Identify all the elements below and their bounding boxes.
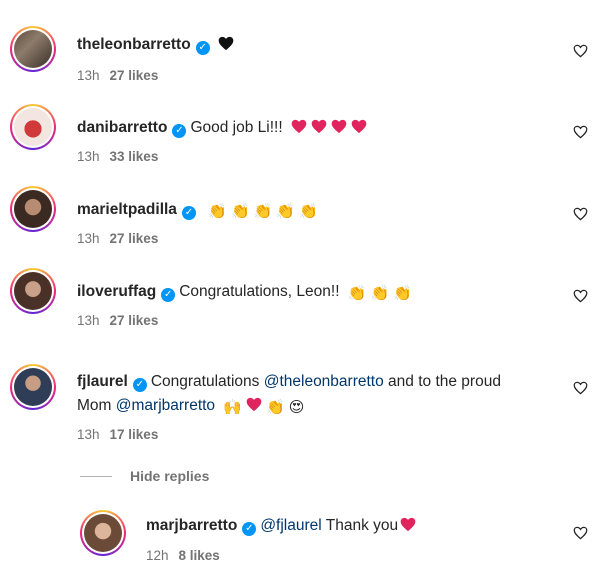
like-heart-icon[interactable]: [573, 526, 588, 545]
verified-badge-icon: ✓: [195, 41, 210, 55]
comment-time: 13h: [77, 149, 100, 164]
comment-text: Good job Li!!!: [190, 119, 283, 136]
comment-username[interactable]: fjlaurel: [77, 373, 128, 390]
comment-5: fjlaurel ✓ Congratulations @theleonbarrett…: [0, 364, 600, 454]
comment-meta: 12h 8 likes: [146, 548, 220, 563]
comment-time: 13h: [77, 231, 100, 246]
avatar[interactable]: [10, 104, 56, 150]
comment-meta: 13h 27 likes: [77, 313, 158, 328]
mention-link[interactable]: @marjbarretto: [116, 397, 215, 414]
red-heart-emoji-icon: [400, 517, 416, 532]
like-heart-icon[interactable]: [573, 44, 588, 63]
emoji-group-icon: 🙌 👏 😍: [223, 397, 305, 416]
comment-1: theleonbarretto ✓ 13h 27 likes: [0, 26, 600, 96]
avatar[interactable]: [10, 268, 56, 314]
comment-2: danibarretto ✓ Good job Li!!! 13h 33 likes: [0, 104, 600, 174]
verified-badge-icon: ✓: [242, 522, 257, 536]
comment-username[interactable]: iloveruffag: [77, 283, 156, 300]
avatar[interactable]: [10, 26, 56, 72]
verified-badge-icon: ✓: [181, 206, 196, 220]
comment-meta: 13h 27 likes: [77, 231, 158, 246]
comment-likes[interactable]: 8 likes: [179, 548, 220, 563]
comment-likes[interactable]: 33 likes: [110, 149, 159, 164]
like-heart-icon[interactable]: [573, 381, 588, 400]
comment-meta: 13h 27 likes: [77, 68, 158, 83]
like-heart-icon[interactable]: [573, 207, 588, 226]
comment-likes[interactable]: 17 likes: [110, 427, 159, 442]
comment-username[interactable]: marieltpadilla: [77, 201, 177, 218]
comment-username[interactable]: theleonbarretto: [77, 36, 191, 53]
comment-time: 13h: [77, 68, 100, 83]
comment-text: Thank you: [325, 517, 399, 534]
verified-badge-icon: ✓: [161, 288, 176, 302]
comment-text: Congratulations, Leon!!: [179, 283, 340, 300]
avatar[interactable]: [10, 186, 56, 232]
clapping-hands-emoji-icon: 👏 👏 👏: [347, 285, 412, 302]
comment-text: and to the proud: [388, 373, 501, 390]
comment-3: marieltpadilla ✓ 👏 👏 👏 👏 👏 13h 27 likes: [0, 186, 600, 256]
verified-badge-icon: ✓: [172, 124, 187, 138]
mention-link[interactable]: @theleonbarretto: [264, 373, 384, 390]
reply-comment: marjbarretto ✓ @fjlaurel Thank you 12h 8 li…: [0, 510, 600, 576]
comment-time: 13h: [77, 313, 100, 328]
comment-time: 12h: [146, 548, 169, 563]
black-heart-emoji-icon: [218, 35, 234, 58]
comment-username[interactable]: marjbarretto: [146, 517, 237, 534]
clapping-hands-emoji-icon: 👏 👏 👏 👏 👏: [208, 203, 318, 220]
like-heart-icon[interactable]: [573, 289, 588, 308]
replies-divider: [80, 476, 112, 477]
verified-badge-icon: ✓: [132, 378, 147, 392]
comment-4: iloveruffag ✓ Congratulations, Leon!! 👏 👏 👏 …: [0, 268, 600, 338]
avatar[interactable]: [10, 364, 56, 410]
hide-replies-button[interactable]: Hide replies: [130, 468, 209, 484]
comment-likes[interactable]: 27 likes: [110, 231, 159, 246]
comment-likes[interactable]: 27 likes: [110, 313, 159, 328]
like-heart-icon[interactable]: [573, 125, 588, 144]
comment-time: 13h: [77, 427, 100, 442]
comment-meta: 13h 17 likes: [77, 427, 158, 442]
red-heart-emoji-icon: [287, 119, 367, 136]
comment-text: Congratulations: [150, 373, 260, 390]
avatar[interactable]: [80, 510, 126, 556]
comment-likes[interactable]: 27 likes: [110, 68, 159, 83]
comment-text: Mom: [77, 397, 112, 414]
comment-username[interactable]: danibarretto: [77, 119, 167, 136]
comment-meta: 13h 33 likes: [77, 149, 158, 164]
mention-link[interactable]: @fjlaurel: [260, 517, 321, 534]
